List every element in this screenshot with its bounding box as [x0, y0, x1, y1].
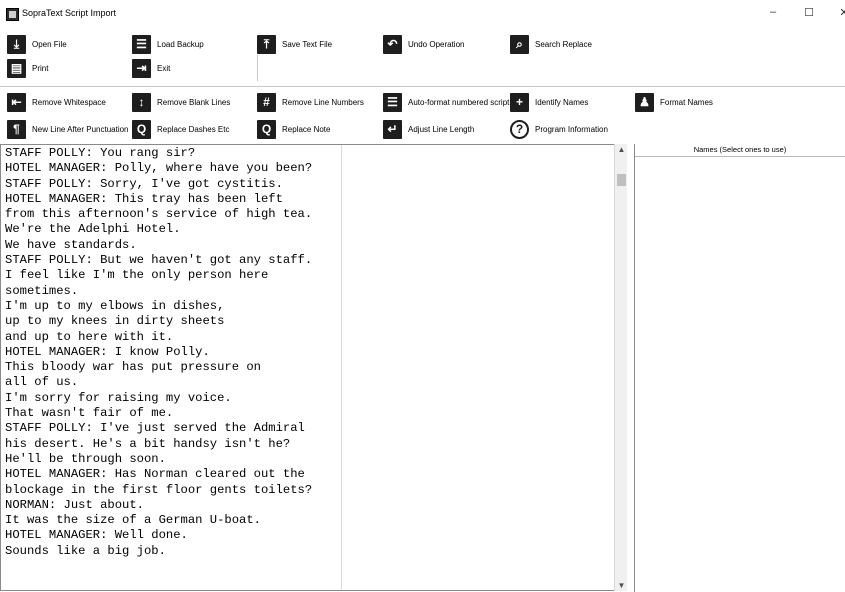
- app-icon: [6, 8, 19, 21]
- format-list-icon: ☰: [383, 92, 402, 112]
- editor-scrollbar[interactable]: ▲ ▼: [614, 144, 628, 591]
- list-icon: ☰: [132, 34, 151, 54]
- names-list[interactable]: Names (Select ones to use): [634, 144, 845, 592]
- names-header: Names (Select ones to use): [635, 144, 845, 157]
- editor-line: HOTEL MANAGER: Has Norman cleared out th…: [5, 467, 305, 482]
- button-label: Identify Names: [535, 97, 589, 107]
- maximize-button[interactable]: ☐: [799, 6, 819, 19]
- editor-line: He'll be through soon.: [5, 451, 166, 466]
- undo-icon: ↶: [383, 34, 402, 54]
- numbers-icon: #: [257, 92, 276, 112]
- button-label: Remove Line Numbers: [282, 97, 364, 107]
- editor-line: I'm sorry for raising my voice.: [5, 390, 232, 405]
- people-icon: ♟: [635, 92, 654, 112]
- editor-line: Sounds like a big job.: [5, 543, 166, 558]
- upload-icon: ⤒: [257, 34, 276, 54]
- button-label: Program Information: [535, 124, 608, 134]
- editor-line: sometimes.: [5, 283, 79, 298]
- load-backup-button[interactable]: ☰ Load Backup: [132, 33, 204, 55]
- editor-line: all of us.: [5, 375, 79, 390]
- close-button[interactable]: ✕: [834, 6, 845, 19]
- program-information-button[interactable]: ? Program Information: [510, 118, 608, 140]
- person-add-icon: +: [510, 92, 529, 112]
- button-label: Search Replace: [535, 39, 592, 49]
- minimize-button[interactable]: –: [763, 6, 783, 18]
- script-editor[interactable]: STAFF POLLY: You rang sir? HOTEL MANAGER:…: [0, 144, 622, 591]
- exit-icon: ⇥: [132, 58, 151, 78]
- remove-whitespace-button[interactable]: ⇤ Remove Whitespace: [7, 91, 106, 113]
- remove-blank-lines-button[interactable]: ↕ Remove Blank Lines: [132, 91, 230, 113]
- paragraph-icon: ¶: [7, 119, 26, 139]
- replace-note-icon: Q: [257, 119, 276, 139]
- editor-line: That wasn't fair of me.: [5, 406, 174, 421]
- wrap-icon: ↵: [383, 119, 402, 139]
- editor-line: This bloody war has put pressure on: [5, 360, 261, 375]
- editor-line: and up to here with it.: [5, 329, 174, 344]
- button-label: Load Backup: [157, 39, 204, 49]
- panel-splitter[interactable]: [627, 144, 634, 592]
- help-icon: ?: [510, 119, 529, 139]
- button-label: Open File: [32, 39, 67, 49]
- editor-line: I feel like I'm the only person here: [5, 268, 269, 283]
- editor-line: up to my knees in dirty sheets: [5, 314, 225, 329]
- open-file-button[interactable]: ⤓ Open File: [7, 33, 67, 55]
- button-label: Undo Operation: [408, 39, 465, 49]
- remove-line-numbers-button[interactable]: # Remove Line Numbers: [257, 91, 364, 113]
- button-label: Exit: [157, 63, 171, 73]
- editor-line: HOTEL MANAGER: Polly, where have you bee…: [5, 161, 313, 176]
- editor-line: It was the size of a German U-boat.: [5, 513, 261, 528]
- printer-icon: ▤: [7, 58, 26, 78]
- editor-line: his desert. He's a bit handsy isn't he?: [5, 436, 291, 451]
- button-label: Auto-format numbered script: [408, 97, 510, 107]
- button-label: Remove Blank Lines: [157, 97, 231, 107]
- format-names-button[interactable]: ♟ Format Names: [635, 91, 713, 113]
- search-replace-button[interactable]: ⌕ Search Replace: [510, 33, 592, 55]
- button-label: Format Names: [660, 97, 713, 107]
- undo-operation-button[interactable]: ↶ Undo Operation: [383, 33, 464, 55]
- toolbar-separator: [257, 55, 258, 81]
- scroll-down-arrow-icon[interactable]: ▼: [616, 581, 627, 590]
- editor-line: STAFF POLLY: But we haven't got any staf…: [5, 253, 313, 268]
- replace-note-button[interactable]: Q Replace Note: [257, 118, 330, 140]
- editor-line: STAFF POLLY: Sorry, I've got cystitis.: [5, 176, 283, 191]
- editor-line: HOTEL MANAGER: This tray has been left: [5, 191, 283, 206]
- window-title: SopraText Script Import: [22, 8, 117, 18]
- identify-names-button[interactable]: + Identify Names: [510, 91, 588, 113]
- editor-line: STAFF POLLY: I've just served the Admira…: [5, 421, 305, 436]
- search-icon: ⌕: [510, 34, 529, 54]
- scroll-thumb[interactable]: [617, 174, 626, 186]
- replace-icon: Q: [132, 119, 151, 139]
- button-label: Remove Whitespace: [32, 97, 106, 107]
- button-label: New Line After Punctuation: [32, 124, 129, 134]
- replace-dashes-button[interactable]: Q Replace Dashes Etc: [132, 118, 229, 140]
- auto-format-button[interactable]: ☰ Auto-format numbered script: [383, 91, 509, 113]
- scroll-up-arrow-icon[interactable]: ▲: [616, 145, 627, 154]
- editor-line: from this afternoon's service of high te…: [5, 207, 313, 222]
- whitespace-icon: ⇤: [7, 92, 26, 112]
- editor-line: We're the Adelphi Hotel.: [5, 222, 181, 237]
- editor-line: I'm up to my elbows in dishes,: [5, 298, 225, 313]
- button-label: Replace Note: [282, 124, 331, 134]
- editor-line: blockage in the first floor gents toilet…: [5, 482, 313, 497]
- button-label: Replace Dashes Etc: [157, 124, 230, 134]
- download-icon: ⤓: [7, 34, 26, 54]
- editor-line: HOTEL MANAGER: Well done.: [5, 528, 188, 543]
- lines-icon: ↕: [132, 92, 151, 112]
- title-bar: SopraText Script Import – ☐ ✕: [0, 0, 845, 30]
- exit-button[interactable]: ⇥ Exit: [132, 57, 170, 79]
- toolbar-tools: ⇤ Remove Whitespace ↕ Remove Blank Lines…: [0, 86, 845, 145]
- save-text-file-button[interactable]: ⤒ Save Text File: [257, 33, 332, 55]
- toolbar-file: ⤓ Open File ☰ Load Backup ⤒ Save Text Fi…: [0, 30, 845, 86]
- new-line-after-punctuation-button[interactable]: ¶ New Line After Punctuation: [7, 118, 129, 140]
- editor-line: STAFF POLLY: You rang sir?: [5, 146, 196, 160]
- editor-line: HOTEL MANAGER: I know Polly.: [5, 344, 210, 359]
- script-text[interactable]: STAFF POLLY: You rang sir? HOTEL MANAGER:…: [5, 146, 605, 590]
- editor-line: We have standards.: [5, 237, 137, 252]
- editor-line: NORMAN: Just about.: [5, 497, 144, 512]
- button-label: Save Text File: [282, 39, 333, 49]
- adjust-line-length-button[interactable]: ↵ Adjust Line Length: [383, 118, 474, 140]
- button-label: Print: [32, 63, 49, 73]
- button-label: Adjust Line Length: [408, 124, 475, 134]
- print-button[interactable]: ▤ Print: [7, 57, 48, 79]
